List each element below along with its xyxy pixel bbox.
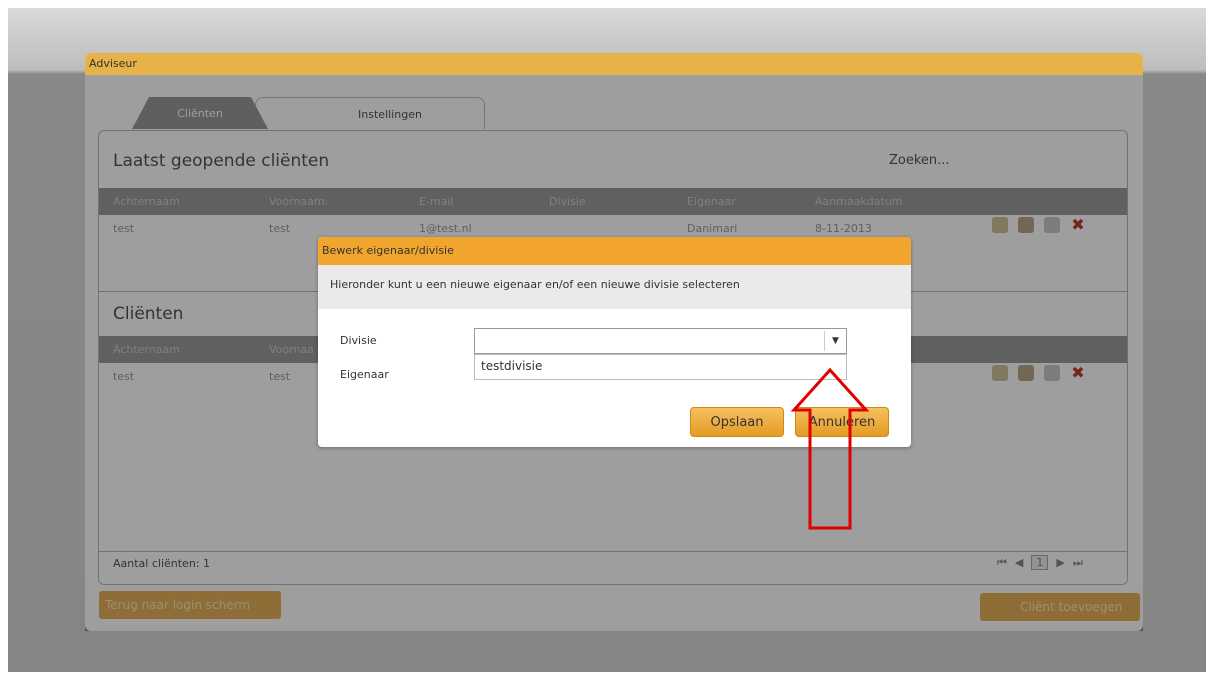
eigenaar-label: Eigenaar	[340, 368, 389, 381]
save-button[interactable]: Opslaan	[690, 407, 784, 437]
dialog-subtitle: Hieronder kunt u een nieuwe eigenaar en/…	[318, 265, 911, 309]
chevron-down-icon[interactable]: ▼	[824, 331, 846, 351]
app-title: Adviseur	[85, 53, 1143, 75]
cancel-button[interactable]: Annuleren	[795, 407, 889, 437]
edit-owner-division-dialog: Bewerk eigenaar/divisie Hieronder kunt u…	[318, 237, 911, 447]
divisie-label: Divisie	[340, 334, 377, 347]
dropdown-option[interactable]: testdivisie	[474, 354, 847, 380]
dialog-title: Bewerk eigenaar/divisie	[318, 237, 911, 265]
divisie-select[interactable]: ▼	[474, 328, 847, 354]
